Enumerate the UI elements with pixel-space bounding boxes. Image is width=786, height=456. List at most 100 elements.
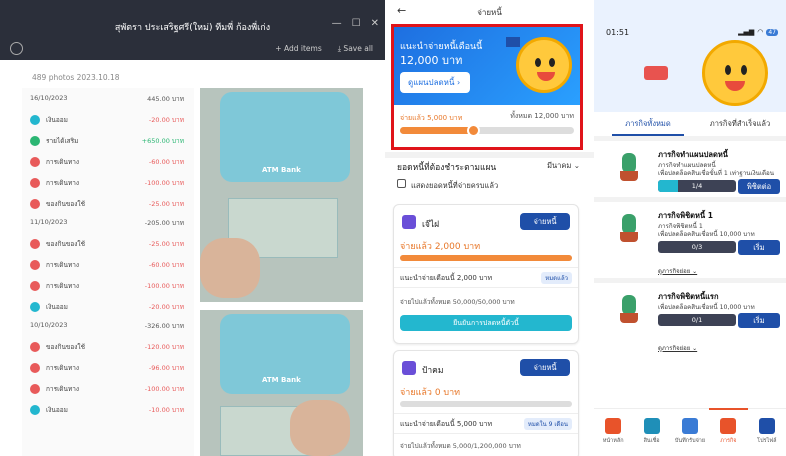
debt-advice: แนะนำจ่ายเดือนนี้ 5,000 บาท [400, 420, 493, 428]
transaction-amount: -100.00 บาท [144, 179, 184, 187]
album-subtitle: 489 photos 2023.10.18 [32, 73, 120, 82]
nav-records[interactable]: บันทึกรับจ่าย [671, 409, 709, 456]
transaction-label: เงินออม [46, 406, 68, 414]
transaction-label: การเดินทาง [46, 179, 80, 187]
mission-progress: 1/4 [658, 180, 736, 192]
debt-progress-bar [400, 401, 572, 407]
money-icon [643, 418, 660, 434]
profile-icon [758, 418, 775, 434]
album-actions: + Add items ⤓ Save all [275, 44, 373, 54]
transaction-row: การเดินทาง -60.00 บาท [30, 155, 184, 169]
transaction-row: รายได้เสริม +650.00 บาท [30, 134, 184, 148]
show-paid-checkbox[interactable] [397, 179, 406, 188]
transaction-amount: -100.00 บาท [144, 385, 184, 393]
transaction-row: ของกินของใช้ -120.00 บาท [30, 340, 184, 354]
bottom-nav: หน้าหลัก สินเชื่อ บันทึกรับจ่าย ภารกิจ โ… [594, 408, 786, 456]
category-icon [30, 302, 40, 312]
category-icon [30, 115, 40, 125]
minimize-icon[interactable]: — [332, 18, 342, 29]
debt-card: เจ๊ไฝ จ่ายหนี้ จ่ายแล้ว 2,000 บาท แนะนำจ… [393, 204, 579, 344]
tab-all-missions[interactable]: ภารกิจทั้งหมด [602, 112, 694, 136]
view-debt-plan-button[interactable]: ดูแผนปลดหนี้ › [400, 72, 470, 93]
nav-missions[interactable]: ภารกิจ [709, 408, 749, 456]
tab-completed-missions[interactable]: ภารกิจที่สำเร็จแล้ว [694, 112, 786, 136]
transaction-label: รายได้เสริม [46, 137, 79, 145]
debt-status-badge: หมดใน 9 เดือน [523, 418, 572, 430]
transaction-amount: -60.00 บาท [148, 261, 184, 269]
window-controls: — ☐ ✕ [332, 18, 379, 29]
hero-total-amount: ทั้งหมด 12,000 บาท [510, 112, 574, 120]
transaction-label: ของกินของใช้ [46, 240, 86, 248]
transaction-label: การเดินทาง [46, 364, 80, 372]
hero-amount: 12,000 บาท [400, 54, 463, 67]
transaction-amount: -25.00 บาท [148, 200, 184, 208]
cactus-icon [616, 293, 642, 323]
select-all-check-icon[interactable] [10, 42, 23, 55]
mission-progress-text: 0/1 [691, 316, 703, 324]
photo-brand-text: ATM Bank [262, 166, 301, 174]
transaction-amount: -60.00 บาท [148, 158, 184, 166]
status-icons: ▂▄▆ ◠ 47 [738, 28, 778, 36]
group-date: 10/10/2023 [30, 321, 68, 329]
close-icon[interactable]: ✕ [371, 18, 379, 29]
nav-label: ภารกิจ [720, 438, 737, 444]
transaction-row: การเดินทาง -60.00 บาท [30, 258, 184, 272]
maximize-icon[interactable]: ☐ [352, 18, 361, 29]
atm-photo-2[interactable]: ATM Bank [200, 310, 363, 456]
home-icon [605, 418, 622, 434]
date-group-header: 16/10/2023 445.00 บาท [30, 94, 184, 104]
nav-profile[interactable]: โปรไฟล์ [748, 409, 786, 456]
pay-debt-button[interactable]: จ่ายหนี้ [520, 213, 570, 230]
transaction-label: ของกินของใช้ [46, 200, 86, 208]
category-icon [30, 384, 40, 394]
transaction-row: เงินออม -10.00 บาท [30, 403, 184, 417]
album-title: สุพัตรา ประเสริฐศรี(ใหม่) ทีมพี่ ก้องพี่… [114, 23, 271, 33]
atm-photo-1[interactable]: ATM Bank [200, 88, 363, 302]
transaction-row: การเดินทาง -100.00 บาท [30, 176, 184, 190]
date-group-header: 11/10/2023 -205.00 บาท [30, 218, 184, 228]
nav-home[interactable]: หน้าหลัก [594, 409, 632, 456]
cactus-target-icon [616, 151, 642, 181]
transaction-amount: -10.00 บาท [148, 406, 184, 414]
transaction-row: เงินออม -20.00 บาท [30, 300, 184, 314]
confirm-debt-free-button[interactable]: ยืนยันการปลดหนี้ตัวนี้ [400, 315, 572, 331]
add-items-button[interactable]: + Add items [275, 44, 321, 54]
group-date: 11/10/2023 [30, 218, 68, 226]
mission-desc: เพื่อปลดล็อคสินเชื่อหนี้ 10,000 บาท [658, 304, 755, 311]
category-icon [30, 199, 40, 209]
nav-label: หน้าหลัก [602, 438, 624, 444]
transaction-amount: -25.00 บาท [148, 240, 184, 248]
mission-progress: 0/1 [658, 314, 736, 326]
save-all-button[interactable]: ⤓ Save all [338, 44, 373, 54]
show-paid-checkbox-label: แสดงยอดหนี้ที่จ่ายครบแล้ว [411, 181, 499, 190]
start-mission-button[interactable]: เริ่ม [738, 313, 780, 328]
group-date: 16/10/2023 [30, 94, 68, 102]
start-mission-button[interactable]: เริ่ม [738, 240, 780, 255]
transaction-row: การเดินทาง -100.00 บาท [30, 382, 184, 396]
nav-loans[interactable]: สินเชื่อ [632, 409, 670, 456]
transaction-row: การเดินทาง -100.00 บาท [30, 279, 184, 293]
transaction-screenshot[interactable]: 16/10/2023 445.00 บาท เงินออม -20.00 บาท ราย… [22, 88, 194, 456]
transaction-row: ของกินของใช้ -25.00 บาท [30, 237, 184, 251]
view-submissions-link[interactable]: ดูภารกิจย่อย ⌄ [658, 266, 697, 276]
view-submissions-link[interactable]: ดูภารกิจย่อย ⌄ [658, 343, 697, 353]
transaction-row: การเดินทาง -96.00 บาท [30, 361, 184, 375]
missions-screen: 01:51 ▂▄▆ ◠ 47 ภารกิจทั้งหมด ภารกิจที่สำ… [594, 0, 786, 456]
section-title: ยอดหนี้ที่ต้องชำระตามแผน [397, 163, 497, 173]
transaction-row: เงินออม -20.00 บาท [30, 113, 184, 127]
date-group-header: 10/10/2023 -326.00 บาท [30, 321, 184, 331]
pay-debt-button[interactable]: จ่ายหนี้ [520, 359, 570, 376]
calendar-icon [402, 361, 416, 375]
mission-progress-text: 1/4 [691, 182, 703, 190]
category-icon [30, 157, 40, 167]
category-icon [30, 178, 40, 188]
mission-tabs: ภารกิจทั้งหมด ภารกิจที่สำเร็จแล้ว [602, 112, 786, 136]
debt-card: ป้าคม จ่ายหนี้ จ่ายแล้ว 0 บาท แนะนำจ่ายเ… [393, 350, 579, 456]
mission-desc: เพื่อปลดล็อคสินเชื่อหนี้ 10,000 บาท [658, 231, 755, 238]
continue-mission-button[interactable]: พิชิตต่อ [738, 179, 780, 194]
mission-progress: 0/3 [658, 241, 736, 253]
month-dropdown[interactable]: มีนาคม ⌄ [547, 160, 580, 172]
group-total: -326.00 บาท [144, 322, 184, 330]
mission-desc: เพื่อปลดล็อคสินเชื่อขั้นที่ 1 เท่าฐานเงิ… [658, 170, 774, 177]
missions-header: 01:51 ▂▄▆ ◠ 47 [594, 0, 786, 112]
